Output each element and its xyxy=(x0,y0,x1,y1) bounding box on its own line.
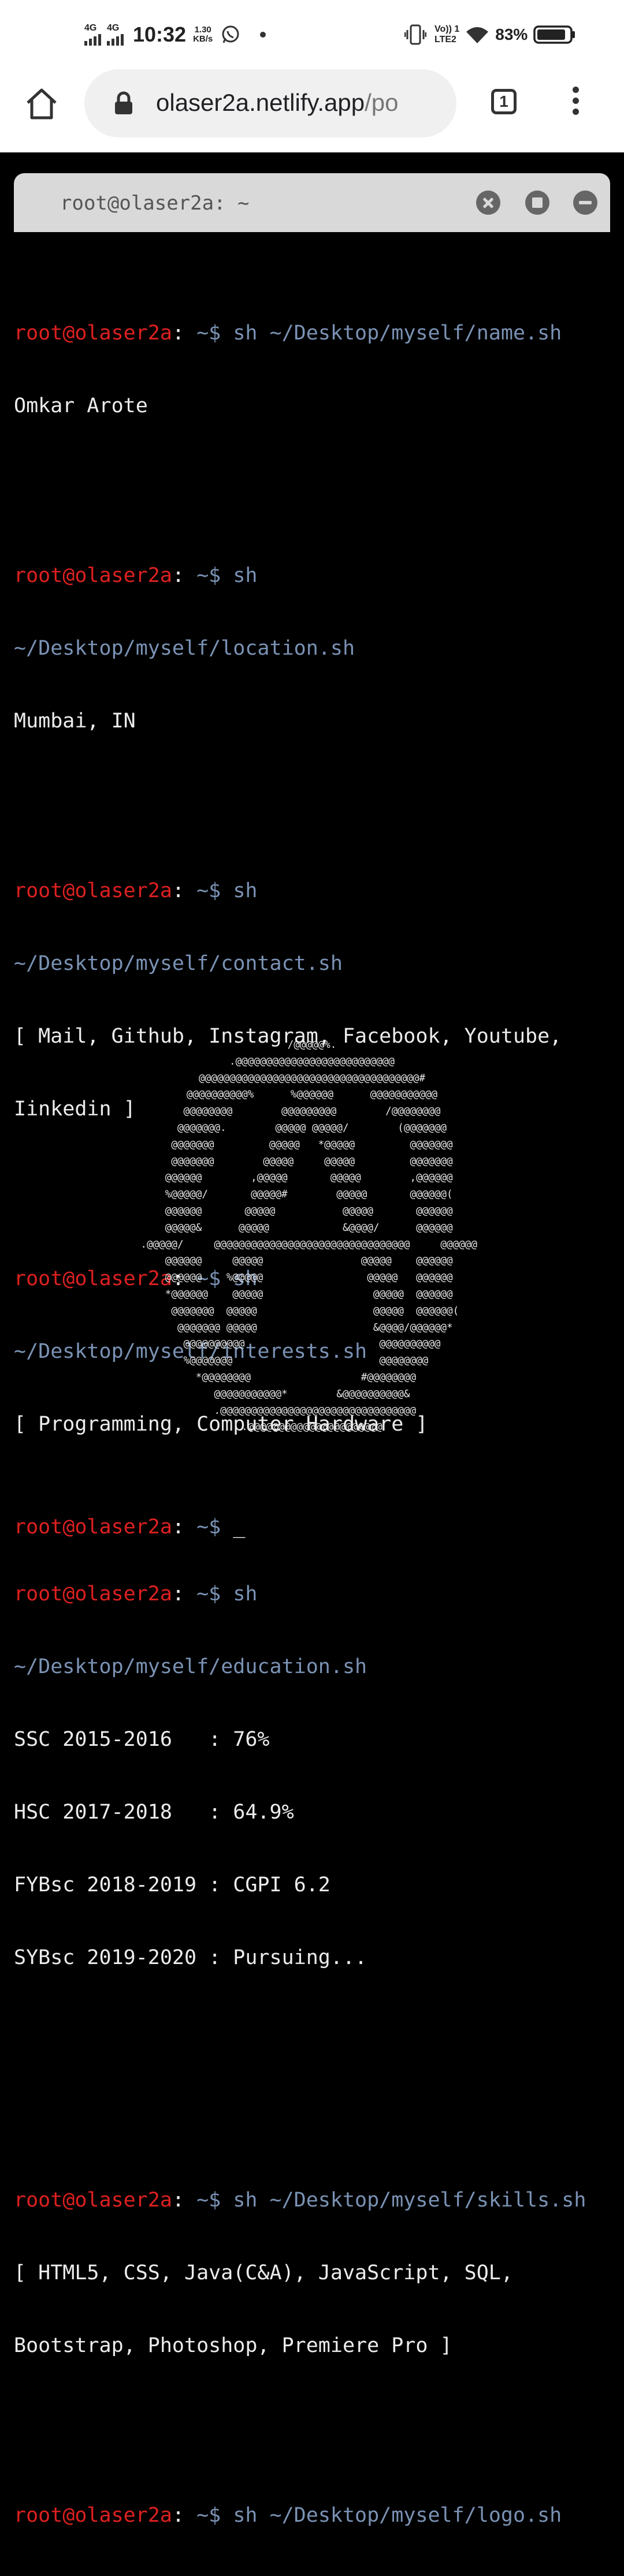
network-speed: 1.30 KB/s xyxy=(193,25,213,44)
output-line: Omkar Arote xyxy=(14,394,148,417)
ascii-logo-line: .@@@@@/ @@@@@@@@@@@@@@@@@@@@@@@@@@@@@@@@… xyxy=(140,1238,484,1250)
ascii-logo-line: @@@@@@@@ @@@@@@@@@ /@@@@@@@@ xyxy=(165,1106,459,1118)
terminal-title: root@olaser2a: ~ xyxy=(60,192,250,215)
ascii-logo-line: @@@@@@@@@@@* &@@@@@@@@@@& xyxy=(165,1388,459,1400)
output-line: Mumbai, IN xyxy=(14,710,136,733)
command-continuation: ~/Desktop/myself/contact.sh xyxy=(14,952,343,975)
signal-group: 4G 4G 10:32 1.30 KB/s xyxy=(84,21,266,48)
ascii-logo-line: @@@@@@ @@@@@ @@@@@ @@@@@@ xyxy=(165,1205,459,1217)
ascii-logo-line: @@@@@@ @@@@@ @@@@@ @@@@@@ xyxy=(165,1255,459,1267)
prompt-line: root@olaser2a: ~$ sh xyxy=(14,879,258,902)
prompt-line: root@olaser2a: ~$ sh xyxy=(14,564,258,587)
ascii-logo-line: @@@@@@@@@@% %@@@@@@ @@@@@@@@@@@ xyxy=(162,1089,462,1101)
status-bar: 4G 4G 10:32 1.30 KB/s Vo)) 1 LTE2 83% xyxy=(0,0,624,69)
battery-percent: 83% xyxy=(495,25,528,43)
ascii-logo-line: @@@@@@@@@@ @@@@@@@@@@ xyxy=(165,1338,459,1350)
output-line: [ HTML5, CSS, Java(C&A), JavaScript, SQL… xyxy=(14,2261,513,2284)
signal-2: 4G xyxy=(107,24,124,46)
prompt-line: root@olaser2a: ~$ sh ~/Desktop/myself/lo… xyxy=(14,2504,562,2527)
signal-bars-icon xyxy=(107,33,124,46)
command-continuation: ~/Desktop/myself/education.sh xyxy=(14,1655,367,1678)
ascii-logo-line: %@@@@@/ @@@@@# @@@@@ @@@@@@( xyxy=(165,1189,459,1201)
more-options-icon[interactable] xyxy=(570,87,581,121)
battery-icon xyxy=(533,25,575,44)
signal-bars-icon xyxy=(84,33,101,46)
command-continuation: ~/Desktop/myself/location.sh xyxy=(14,637,355,660)
home-icon[interactable] xyxy=(24,87,59,121)
wifi-icon xyxy=(466,27,489,43)
browser-toolbar: olaser2a.netlify.app/po 1 xyxy=(0,69,624,152)
ascii-logo-line: @@@@@& @@@@@ &@@@@/ @@@@@@ xyxy=(165,1222,459,1234)
system-icons: Vo)) 1 LTE2 83% xyxy=(404,21,576,48)
address-bar[interactable]: olaser2a.netlify.app/po xyxy=(84,69,456,137)
lock-icon[interactable] xyxy=(113,91,134,115)
maximize-icon[interactable] xyxy=(525,191,549,215)
ascii-logo-line: @@@@@@@ @@@@@ &@@@@/@@@@@@* xyxy=(165,1321,459,1334)
ascii-logo-line: @@@@@@ %@@@@@ @@@@@ @@@@@@ xyxy=(165,1272,459,1284)
ascii-logo-line: .@@@@@@@@@@@@@@@@@@@@@@ xyxy=(143,1421,481,1433)
vibrate-icon xyxy=(404,24,426,45)
output-line: Bootstrap, Photoshop, Premiere Pro ] xyxy=(14,2334,452,2357)
url-text[interactable]: olaser2a.netlify.app/po xyxy=(156,89,451,117)
terminal-titlebar: root@olaser2a: ~ xyxy=(14,173,610,232)
minimize-icon[interactable] xyxy=(573,191,597,215)
ascii-logo-line: @@@@@@@ @@@@@ @@@@@ @@@@@@( xyxy=(165,1305,459,1317)
prompt-line: root@olaser2a: ~$ sh ~/Desktop/myself/sk… xyxy=(14,2189,586,2212)
ascii-logo-line: *@@@@@@@@ #@@@@@@@@ xyxy=(165,1371,459,1383)
ascii-logo: /@@@@@%. .@@@@@@@@@@@@@@@@@@@@@@@@@@ @@@… xyxy=(14,1037,610,1436)
ascii-logo-line: @@@@@@@. @@@@@ @@@@@/ (@@@@@@@ xyxy=(165,1122,459,1134)
signal-1: 4G xyxy=(84,24,101,46)
tab-switcher-button[interactable]: 1 xyxy=(491,89,517,114)
clock: 10:32 xyxy=(133,23,187,46)
prompt-line: root@olaser2a: ~$ sh ~/Desktop/myself/na… xyxy=(14,322,562,345)
volte-indicator: Vo)) 1 LTE2 xyxy=(434,24,460,44)
prompt-line: root@olaser2a: ~$ sh xyxy=(14,1582,258,1606)
output-line: HSC 2017-2018 : 64.9% xyxy=(14,1801,294,1824)
whatsapp-icon xyxy=(222,25,239,43)
ascii-logo-line: @@@@@@@ @@@@@ @@@@@ @@@@@@@ xyxy=(165,1155,459,1167)
notification-dot-icon xyxy=(260,32,266,38)
ascii-logo-line: .@@@@@@@@@@@@@@@@@@@@@@@@@@ xyxy=(162,1055,462,1067)
cursor[interactable]: _ xyxy=(233,1515,245,1539)
output-line: SSC 2015-2016 : 76% xyxy=(14,1728,270,1751)
ascii-logo-line: *@@@@@@ @@@@@ @@@@@ @@@@@@ xyxy=(165,1288,459,1300)
ascii-logo-line: @@@@@@@ @@@@@ *@@@@@ @@@@@@@ xyxy=(165,1138,459,1151)
output-line: FYBsc 2018-2019 : CGPI 6.2 xyxy=(14,1873,330,1896)
ascii-logo-line: /@@@@@%. xyxy=(165,1039,459,1051)
ascii-logo-line: %@@@@@@@ @@@@@@@@ xyxy=(165,1355,459,1367)
close-icon[interactable] xyxy=(476,191,500,215)
ascii-logo-line: @@@@@@ ,@@@@@ @@@@@ ,@@@@@@ xyxy=(165,1172,459,1184)
active-prompt-line[interactable]: root@olaser2a: ~$ _ xyxy=(14,1515,610,1539)
ascii-logo-line: .@@@@@@@@@@@@@@@@@@@@@@@@@@@@@@@@ xyxy=(147,1405,477,1417)
terminal-window: root@olaser2a: ~ root@olaser2a: ~$ sh ~/… xyxy=(14,173,610,2527)
ascii-logo-line: @@@@@@@@@@@@@@@@@@@@@@@@@@@@@@@@@@@@# xyxy=(162,1072,462,1084)
output-line: SYBsc 2019-2020 : Pursuing... xyxy=(14,1946,367,1969)
